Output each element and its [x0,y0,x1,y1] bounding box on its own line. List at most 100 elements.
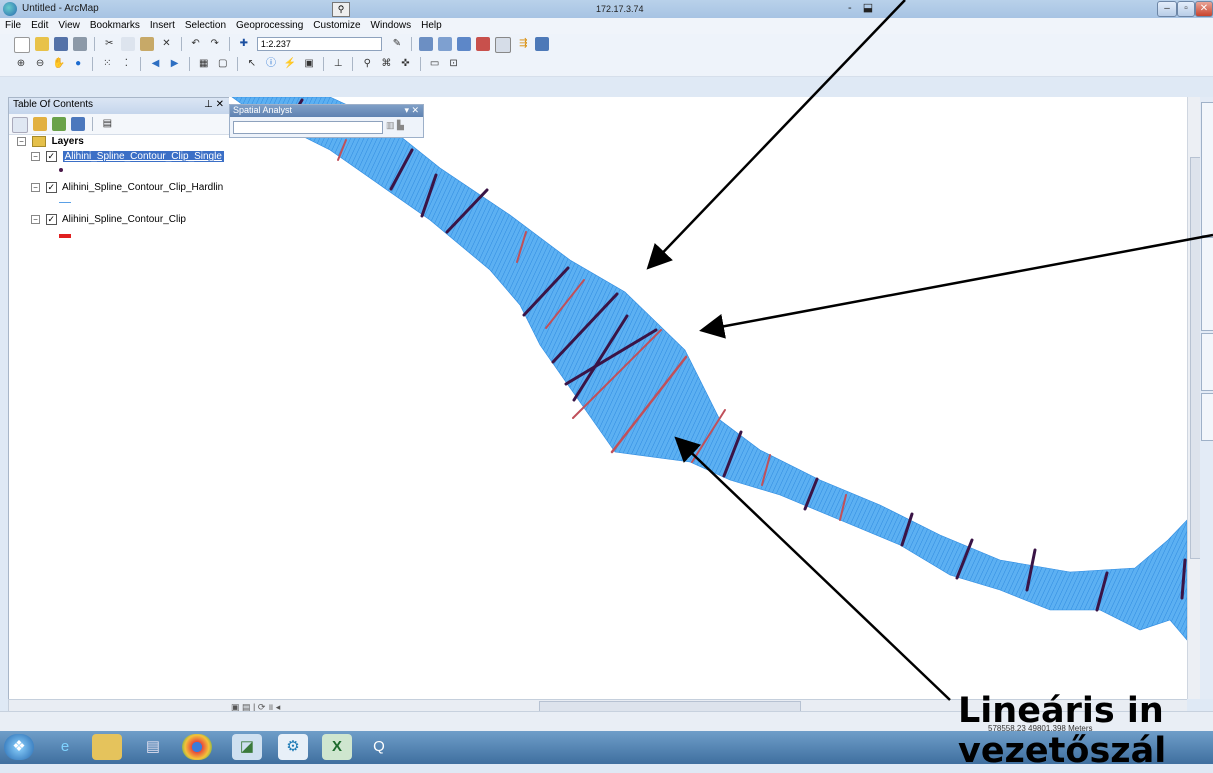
paste-icon[interactable] [140,37,155,51]
time-slider-icon[interactable]: ▭ [428,57,442,71]
go-to-xy-icon[interactable]: ✜ [398,57,412,71]
menu-help[interactable]: Help [416,18,447,31]
select-features-icon[interactable]: ▦ [197,57,211,71]
network-icon[interactable]: ⚙ [278,734,308,760]
menu-file[interactable]: File [0,18,26,31]
redo-icon[interactable]: ↷ [208,37,222,51]
title-bar: Untitled - ArcMap ⚲ 172.17.3.74 - ⬓ – ▫ … [0,0,1213,19]
layer-name[interactable]: Alihini_Spline_Contour_Clip [62,214,186,225]
python-icon[interactable] [495,37,512,53]
model-builder-icon[interactable]: ⇶ [516,37,530,51]
toc-controls[interactable]: ⊥ ✕ [204,99,224,110]
clear-selection-icon[interactable]: ▢ [216,57,230,71]
layer-visibility-checkbox[interactable]: ✓ [45,214,57,225]
delete-icon[interactable]: ✕ [160,37,174,51]
list-by-selection-icon[interactable] [71,117,86,131]
open-folder-icon[interactable] [35,37,50,51]
rdp-controls[interactable]: - ⬓ [848,1,877,14]
add-data-icon[interactable]: ✚ [237,37,251,51]
list-by-drawing-order-icon[interactable] [12,117,28,133]
new-document-icon[interactable] [14,37,30,53]
full-extent-icon[interactable]: ● [71,57,85,71]
qgis-icon[interactable]: Q [364,734,394,760]
spatial-analyst-toolbar[interactable]: Spatial Analyst ▾ ✕ ▥ ▙ [229,104,424,138]
collapse-icon[interactable]: − [31,215,40,224]
search-window-icon[interactable] [457,37,472,51]
menu-bar: File Edit View Bookmarks Insert Selection Geop… [0,18,1213,34]
caption-line-2: vezetőszál [958,731,1167,771]
zoom-in-icon[interactable]: ⊕ [14,57,28,71]
menu-selection[interactable]: Selection [180,18,231,31]
menu-edit[interactable]: Edit [26,18,53,31]
start-orb-icon[interactable]: ❖ [4,734,34,760]
layer-row-hardline[interactable]: − ✓ Alihini_Spline_Contour_Clip_Hardlin [31,182,223,193]
menu-view[interactable]: View [53,18,85,31]
maximize-button[interactable]: ▫ [1177,1,1195,17]
editor-properties-tab[interactable] [1201,102,1213,236]
media-icon[interactable]: ▤ [138,734,168,760]
copy-icon[interactable] [121,37,136,51]
measure-icon[interactable]: ⊥ [331,57,345,71]
collapse-icon[interactable]: − [17,137,26,146]
layer-row-clip[interactable]: − ✓ Alihini_Spline_Contour_Clip [31,214,186,225]
forward-icon[interactable]: ▶ [168,57,182,71]
search-tab[interactable] [1201,393,1213,441]
print-icon[interactable] [73,37,88,51]
undo-icon[interactable]: ↶ [189,37,203,51]
pin-icon[interactable]: ⚲ [332,2,350,17]
editor-toolbar-icon[interactable]: ✎ [390,37,404,51]
find-icon[interactable]: ⚲ [360,57,374,71]
layer-row-single[interactable]: − ✓ Alihini_Spline_Contour_Clip_Single [31,151,224,163]
layer-visibility-checkbox[interactable]: ✓ [45,151,57,162]
list-by-source-icon[interactable] [33,117,48,131]
spatial-analyst-tool-icons[interactable]: ▥ ▙ [386,120,404,131]
menu-windows[interactable]: Windows [366,18,417,31]
spatial-analyst-layer-select[interactable] [233,121,383,134]
identify-icon[interactable]: ⓘ [264,57,278,71]
menu-geoprocessing[interactable]: Geoprocessing [231,18,308,31]
minimize-button[interactable]: – [1157,1,1177,17]
cut-icon[interactable]: ✂ [102,37,116,51]
list-by-visibility-icon[interactable] [52,117,67,131]
help-window-icon[interactable] [535,37,550,51]
collapse-icon[interactable]: − [31,183,40,192]
table-icon[interactable] [419,37,434,51]
map-view[interactable] [229,97,1187,699]
fixed-zoom-out-icon[interactable]: ⁚ [119,57,133,71]
spatial-analyst-title: Spatial Analyst [233,105,293,115]
catalog-icon[interactable] [438,37,453,51]
create-features-tab[interactable] [1201,237,1213,331]
layers-group[interactable]: − Layers [17,136,84,147]
arctoolbox-icon[interactable] [476,37,491,51]
layer-name[interactable]: Alihini_Spline_Contour_Clip_Single [62,151,224,163]
menu-insert[interactable]: Insert [145,18,180,31]
close-button[interactable]: ✕ [1195,1,1213,17]
options-icon[interactable]: ▤ [100,117,114,131]
map-vertical-scrollbar[interactable] [1187,97,1201,699]
catalog-tab[interactable] [1201,333,1213,391]
layer-name[interactable]: Alihini_Spline_Contour_Clip_Hardlin [62,182,223,193]
save-icon[interactable] [54,37,69,51]
viewer-icon[interactable]: ⊡ [447,57,461,71]
scale-input[interactable]: 1:2.237 [256,37,382,51]
internet-explorer-icon[interactable]: e [50,734,80,760]
hyperlink-icon[interactable]: ⚡ [283,57,297,71]
chart-icon[interactable]: ◪ [232,734,262,760]
layer-visibility-checkbox[interactable]: ✓ [45,182,57,193]
find-route-icon[interactable]: ⌘ [379,57,393,71]
folder-icon[interactable] [92,734,122,760]
html-popup-icon[interactable]: ▣ [302,57,316,71]
zoom-out-icon[interactable]: ⊖ [33,57,47,71]
spatial-analyst-controls[interactable]: ▾ ✕ [404,105,419,116]
annotation-caption: Lineáris in vezetőszál [958,689,1166,773]
chrome-icon[interactable] [182,734,212,760]
menu-customize[interactable]: Customize [308,18,365,31]
pan-icon[interactable]: ✋ [52,57,66,71]
back-icon[interactable]: ◀ [149,57,163,71]
collapse-icon[interactable]: − [31,152,40,161]
select-elements-icon[interactable]: ↖ [245,57,259,71]
menu-bookmarks[interactable]: Bookmarks [85,18,145,31]
excel-icon[interactable]: X [322,734,352,760]
spatial-analyst-header[interactable]: Spatial Analyst ▾ ✕ [230,105,423,117]
fixed-zoom-in-icon[interactable]: ⁙ [100,57,114,71]
